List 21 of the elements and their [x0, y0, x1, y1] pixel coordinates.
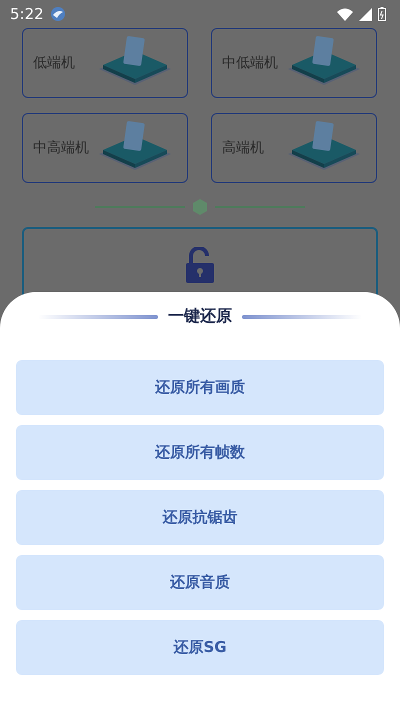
tier-label: 中高端机	[33, 139, 89, 157]
device-tier-card[interactable]: 低端机	[22, 28, 188, 98]
wifi-icon	[337, 8, 353, 20]
device-tier-card[interactable]: 中高端机	[22, 113, 188, 183]
restore-button[interactable]: 还原抗锯齿	[16, 490, 384, 545]
restore-button[interactable]: 还原SG	[16, 620, 384, 675]
tier-label: 高端机	[222, 139, 264, 157]
device-tier-card[interactable]: 中低端机	[211, 28, 377, 98]
tier-label: 低端机	[33, 54, 75, 72]
bird-icon	[50, 6, 66, 22]
restore-button[interactable]: 还原所有帧数	[16, 425, 384, 480]
battery-icon	[378, 7, 386, 21]
status-time: 5:22	[10, 5, 44, 23]
device-tier-card[interactable]: 高端机	[211, 113, 377, 183]
hexagon-icon	[193, 199, 207, 215]
unlocked-padlock-icon	[186, 247, 214, 283]
restore-button[interactable]: 还原音质	[16, 555, 384, 610]
restore-button[interactable]: 还原所有画质	[16, 360, 384, 415]
signal-icon	[359, 8, 372, 20]
sheet-title: 一键还原	[168, 306, 232, 327]
tier-label: 中低端机	[222, 54, 278, 72]
